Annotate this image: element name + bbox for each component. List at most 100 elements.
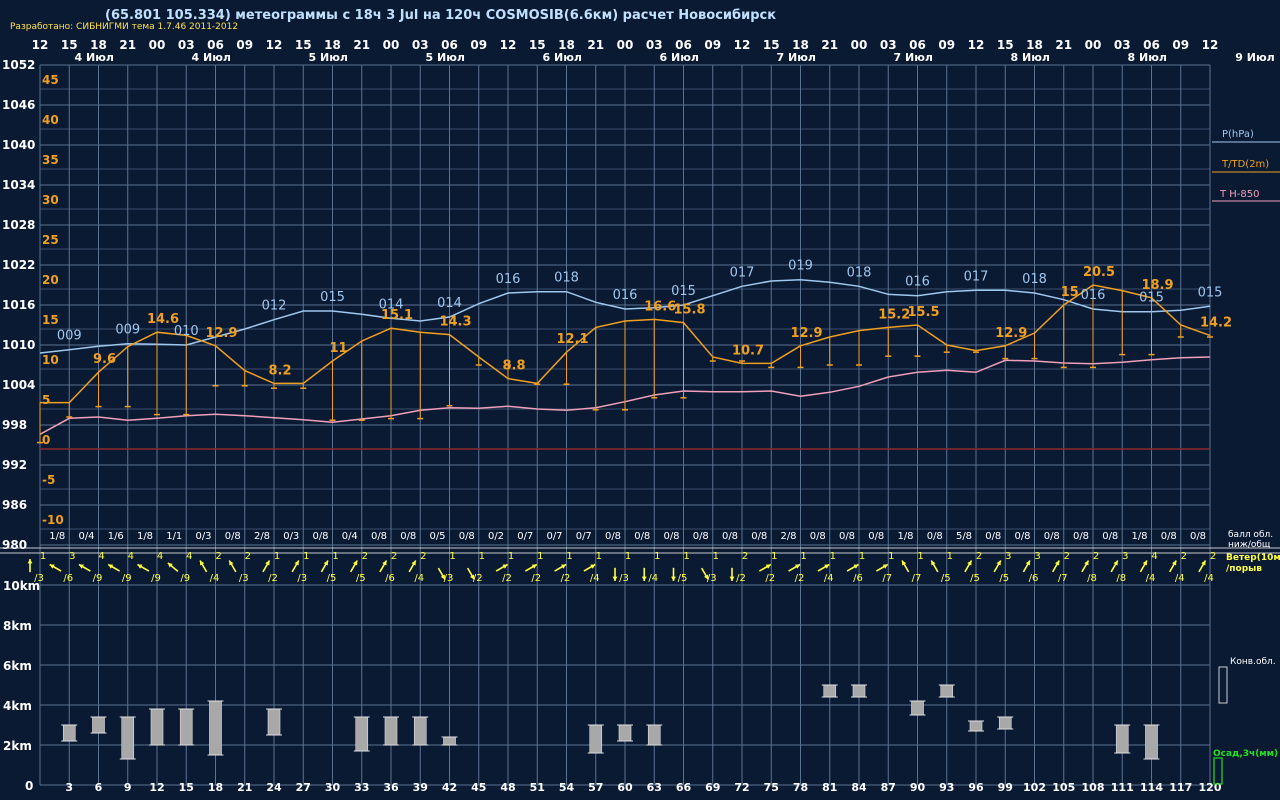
wind-gust-label: /7 <box>882 573 892 584</box>
temperature-tick-label: 45 <box>42 73 59 87</box>
lead-hour-label: 84 <box>851 781 867 794</box>
wind-gust-label: /2 <box>765 573 775 584</box>
cloud-amount-label: 0/8 <box>868 531 884 542</box>
wind-gust-label: /7 <box>912 573 922 584</box>
cloud-amount-label: 1/8 <box>1131 531 1147 542</box>
wind-gust-label: /4 <box>648 573 658 584</box>
wind-gust-label: /6 <box>63 573 73 584</box>
pressure-value-label: 017 <box>730 265 755 280</box>
lead-hour-label: 120 <box>1199 781 1222 794</box>
cloud-amount-label: 0/8 <box>459 531 475 542</box>
pressure-tick-label: 1028 <box>2 218 35 232</box>
lead-hour-label: 69 <box>705 781 720 794</box>
temperature-value-label: 16.6 <box>644 299 676 314</box>
wind-gust-label: /3 <box>297 573 307 584</box>
cloud-amount-label: 1/1 <box>166 531 182 542</box>
cloud-amount-label: 2/8 <box>780 531 796 542</box>
lead-hour-label: 24 <box>266 781 282 794</box>
wind-gust-label: /5 <box>327 573 337 584</box>
wind-speed-label: 2 <box>245 551 251 562</box>
pressure-tick-label: 992 <box>2 458 27 472</box>
hour-tick-label: 00 <box>383 38 400 52</box>
wind-gust-label: /5 <box>356 573 366 584</box>
wind-speed-label: 1 <box>683 551 689 562</box>
lead-hour-label: 48 <box>500 781 515 794</box>
pressure-value-label: 015 <box>1198 285 1223 300</box>
wind-speed-label: 1 <box>508 551 514 562</box>
pressure-value-label: 014 <box>437 296 462 311</box>
hour-tick-label: 03 <box>880 38 897 52</box>
wind-gust-label: /5 <box>970 573 980 584</box>
wind-gust-label: /3 <box>444 573 454 584</box>
wind-speed-label: 4 <box>186 551 192 562</box>
wind-speed-label: 4 <box>157 551 163 562</box>
hour-tick-label: 15 <box>763 38 780 52</box>
cloud-amount-label: 1/8 <box>137 531 153 542</box>
wind-speed-label: 1 <box>566 551 572 562</box>
cloud-amount-label: 0/8 <box>839 531 855 542</box>
convective-cloud-bar <box>267 708 281 736</box>
cloud-amount-label: 0/8 <box>1102 531 1118 542</box>
wind-speed-label: 1 <box>888 551 894 562</box>
temperature-value-label: 9.6 <box>93 352 116 367</box>
cloud-amount-label: 0/8 <box>751 531 767 542</box>
lead-hour-label: 93 <box>939 781 954 794</box>
cloud-amount-label: 0/3 <box>195 531 211 542</box>
temperature-tick-label: 0 <box>42 433 50 447</box>
convective-cloud-bar <box>92 716 105 734</box>
temperature-value-label: 12.1 <box>556 332 588 347</box>
wind-speed-label: 2 <box>362 551 368 562</box>
cloud-amount-label: 0/8 <box>1073 531 1089 542</box>
height-tick-label: 8km <box>3 619 32 633</box>
temperature-tick-label: -5 <box>42 473 55 487</box>
hour-tick-label: 09 <box>704 38 721 52</box>
meteogram-chart: 12 15 18 21 00 03 06 09 12 15 18 21 00 03 06 09 12 15 18 21… <box>0 38 1280 794</box>
convective-cloud-bar <box>150 708 164 746</box>
temperature-tick-label: 30 <box>42 193 59 207</box>
lead-hour-label: 66 <box>676 781 692 794</box>
temperature-value-label: 15.1 <box>381 308 413 323</box>
convective-cloud-bar <box>384 716 398 746</box>
cloud-amount-label: 0/8 <box>927 531 943 542</box>
wind-gust-label: /8 <box>1087 573 1097 584</box>
lead-hour-label: 39 <box>413 781 428 794</box>
temperature-tick-label: 20 <box>42 273 59 287</box>
lead-hour-label: 57 <box>588 781 603 794</box>
temperature-value-label: 15.2 <box>878 307 910 322</box>
wind-gust-label: /2 <box>561 573 571 584</box>
wind-speed-label: 3 <box>69 551 75 562</box>
lead-hour-label: 102 <box>1023 781 1046 794</box>
cloud-amount-label: 5/8 <box>956 531 972 542</box>
lead-hour-label: 51 <box>530 781 545 794</box>
cloud-amount-label: 0/7 <box>576 531 592 542</box>
lead-hour-label: 33 <box>354 781 369 794</box>
temperature-value-label: 11 <box>329 341 347 356</box>
hour-tick-label: 15 <box>295 38 312 52</box>
wind-speed-label: 1 <box>771 551 777 562</box>
wind-speed-label: 1 <box>274 551 280 562</box>
lead-hour-label: 78 <box>793 781 808 794</box>
lead-hour-label: 9 <box>124 781 132 794</box>
temperature-value-label: 12.9 <box>790 326 822 341</box>
legend-clouds: ниж/общ <box>1228 540 1271 550</box>
hour-tick-label: 12 <box>500 38 517 52</box>
hour-tick-label: 06 <box>675 38 692 52</box>
temperature-value-label: 14.3 <box>439 315 471 330</box>
lead-hour-label: 6 <box>95 781 103 794</box>
lead-hour-label: 99 <box>998 781 1013 794</box>
wind-gust-label: /4 <box>590 573 600 584</box>
cloud-amount-label: 0/8 <box>634 531 650 542</box>
hour-tick-label: 12 <box>266 38 283 52</box>
cloud-amount-label: 0/8 <box>225 531 241 542</box>
wind-gust-label: /7 <box>1058 573 1068 584</box>
wind-speed-label: 2 <box>976 551 982 562</box>
temperature-value-label: 15 <box>1061 285 1079 300</box>
lead-hour-label: 36 <box>383 781 399 794</box>
hour-tick-label: 18 <box>324 38 341 52</box>
hour-tick-label: 21 <box>119 38 136 52</box>
temperature-tick-label: 5 <box>42 393 50 407</box>
wind-gust-label: /2 <box>531 573 541 584</box>
pressure-tick-label: 1052 <box>2 58 35 72</box>
cloud-amount-label: 0/8 <box>722 531 738 542</box>
cloud-amount-label: 0/3 <box>283 531 299 542</box>
